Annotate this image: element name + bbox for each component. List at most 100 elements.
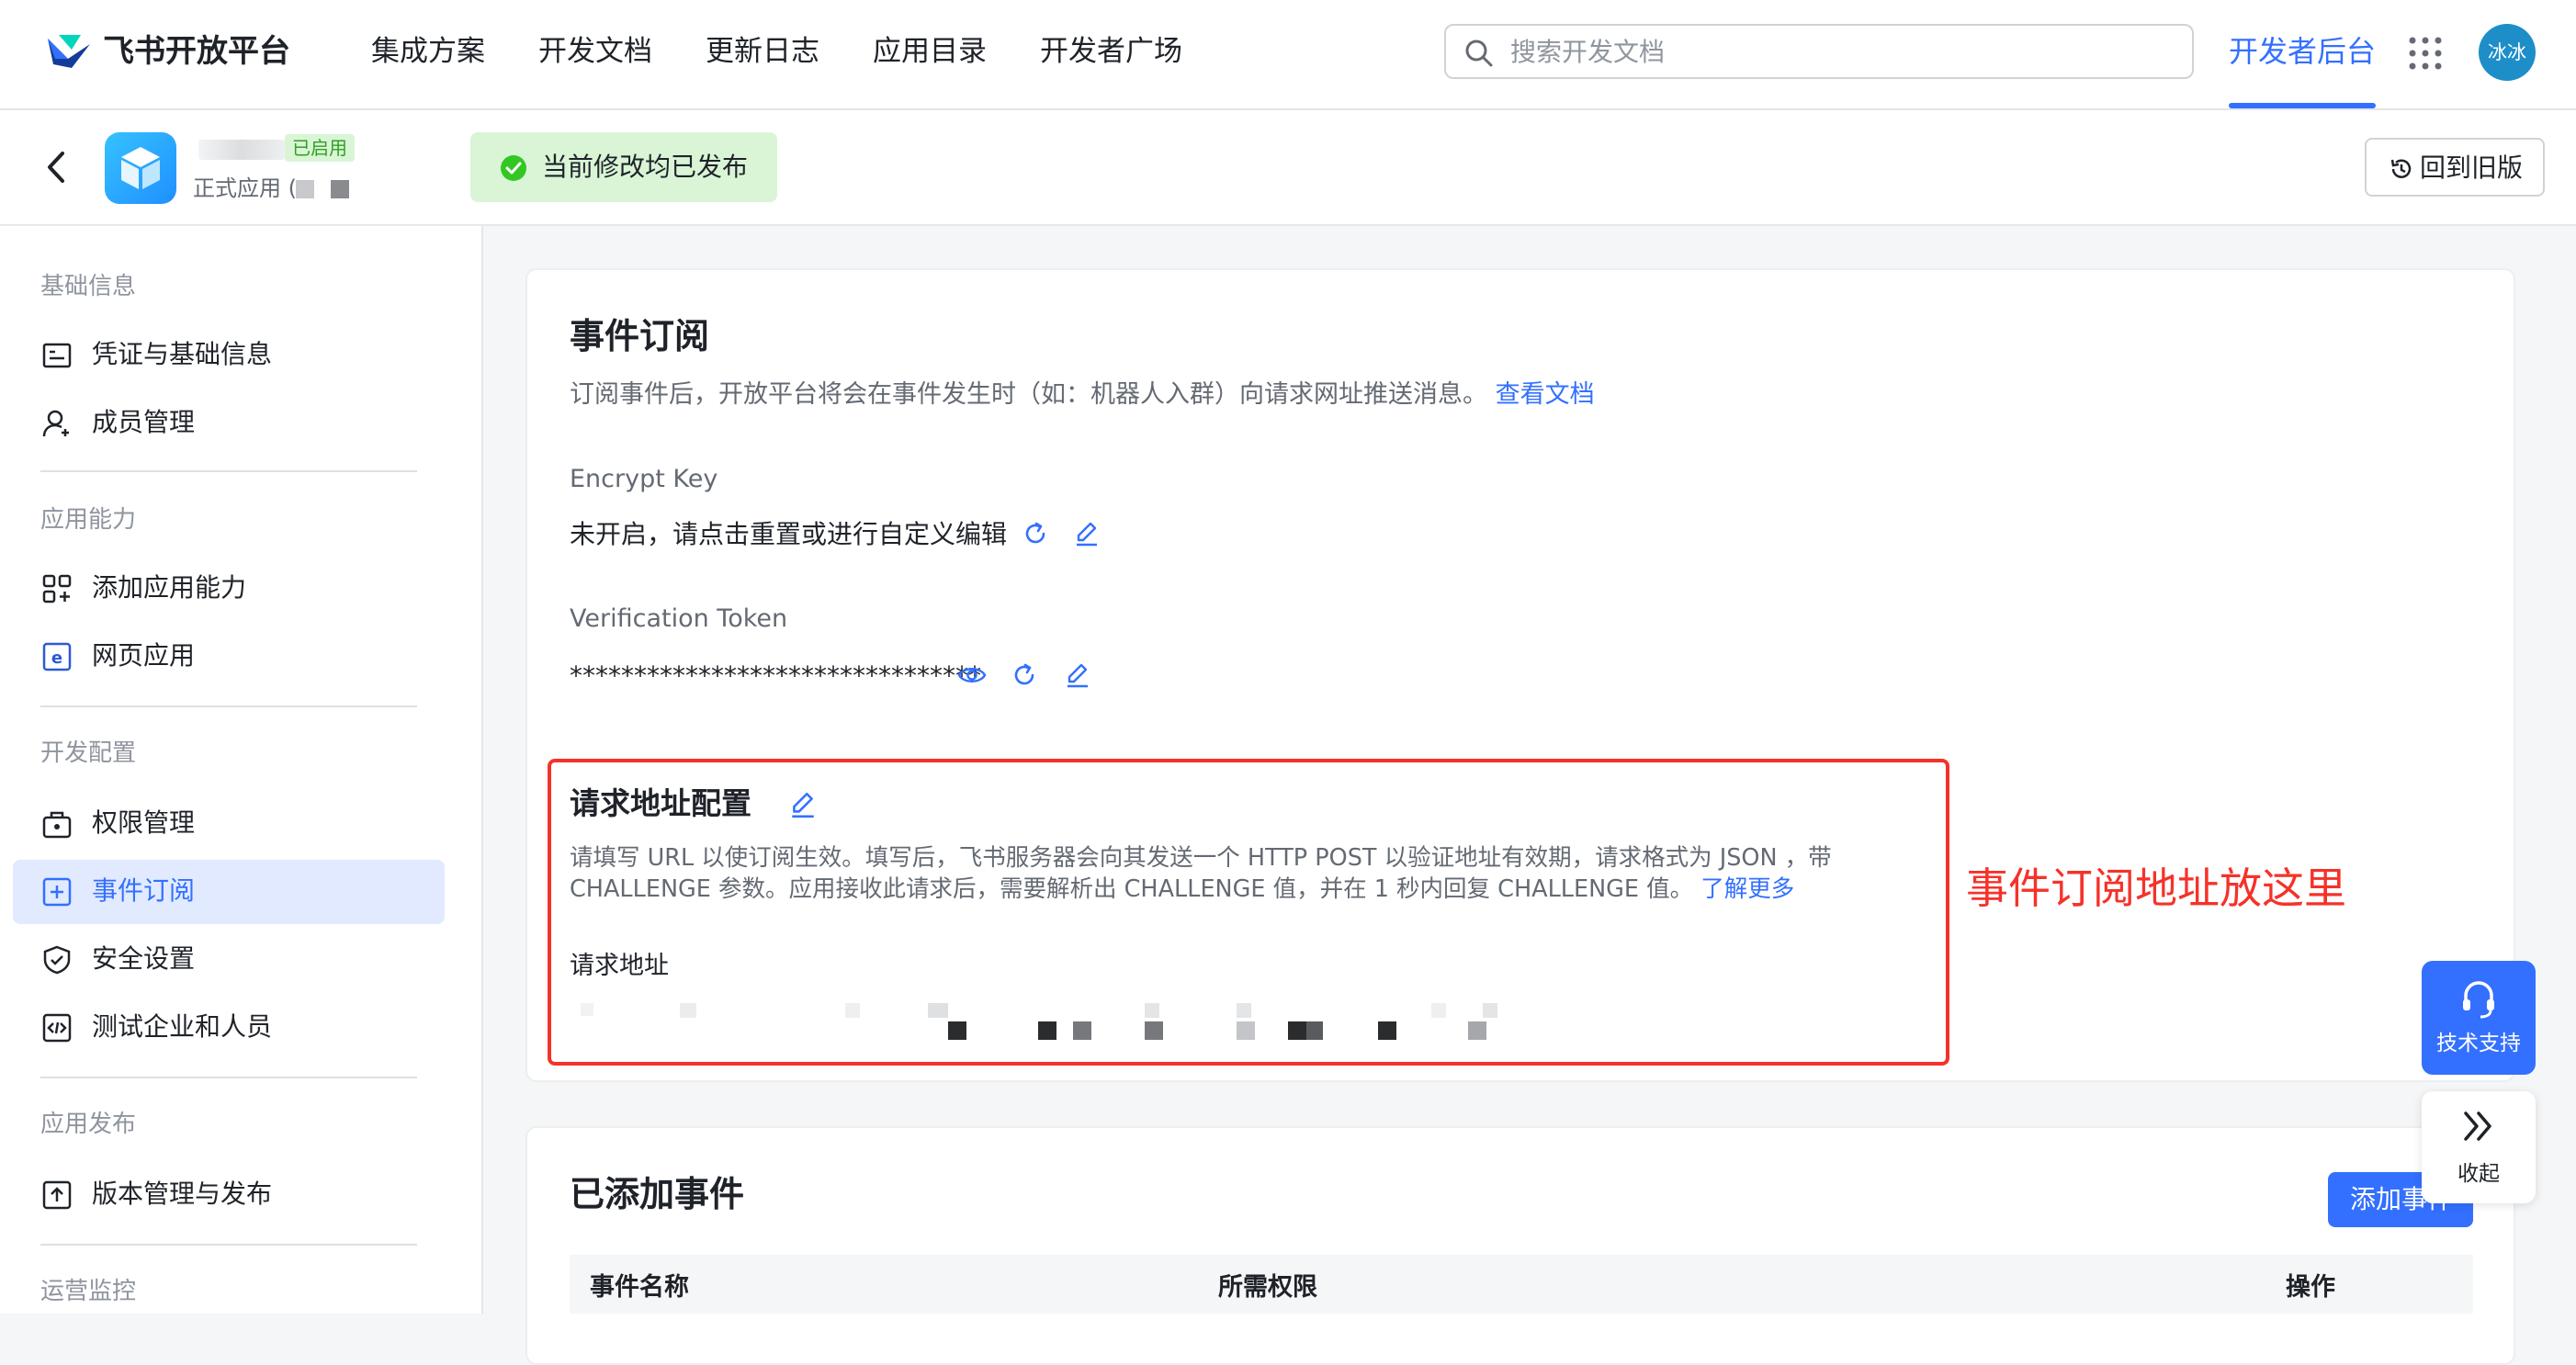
column-actions: 操作 bbox=[2286, 1273, 2335, 1302]
event-icon bbox=[42, 877, 72, 907]
svg-text:e: e bbox=[51, 649, 62, 668]
reset-encrypt-key-refresh-icon[interactable] bbox=[1022, 520, 1049, 547]
edit-token-pencil-icon[interactable] bbox=[1064, 661, 1091, 689]
sidebar-group-basic: 基础信息 bbox=[40, 273, 137, 300]
avatar[interactable]: 冰冰 bbox=[2479, 24, 2536, 81]
sidebar-item-label: 测试企业和人员 bbox=[92, 1011, 273, 1042]
page-description-text: 订阅事件后，开放平台将会在事件发生时（如：机器人入群）向请求网址推送消息。 bbox=[570, 380, 1487, 409]
test-icon bbox=[42, 1013, 72, 1043]
app-cube-icon bbox=[105, 132, 176, 204]
nav-dev-console[interactable]: 开发者后台 bbox=[2229, 29, 2376, 73]
back-to-old-version-button[interactable]: 回到旧版 bbox=[2365, 138, 2545, 197]
encrypt-key-label: Encrypt Key bbox=[570, 465, 718, 493]
sidebar-item-label: 安全设置 bbox=[92, 943, 196, 974]
web-app-icon: e bbox=[42, 642, 72, 671]
collapse-button[interactable]: 收起 bbox=[2422, 1091, 2536, 1203]
member-icon bbox=[42, 409, 72, 438]
tech-support-label: 技术支持 bbox=[2436, 1032, 2521, 1055]
edit-request-url-pencil-icon[interactable] bbox=[788, 790, 818, 819]
shield-icon bbox=[42, 945, 72, 975]
success-check-icon bbox=[500, 154, 527, 182]
column-required-permission: 所需权限 bbox=[1218, 1273, 1317, 1302]
publish-status-text: 当前修改均已发布 bbox=[542, 152, 749, 182]
column-event-name: 事件名称 bbox=[590, 1273, 689, 1302]
annotation-text: 事件订阅地址放这里 bbox=[1966, 863, 2346, 913]
view-docs-link[interactable]: 查看文档 bbox=[1496, 380, 1595, 409]
collapse-label: 收起 bbox=[2457, 1162, 2500, 1186]
sidebar-item-permissions[interactable]: 权限管理 bbox=[13, 792, 445, 856]
request-url-label: 请求地址 bbox=[570, 952, 669, 980]
sidebar-item-version[interactable]: 版本管理与发布 bbox=[13, 1163, 445, 1227]
brand-name[interactable]: 飞书开放平台 bbox=[103, 29, 290, 73]
history-icon bbox=[2389, 156, 2414, 182]
table-header-row bbox=[570, 1255, 2473, 1314]
search-icon bbox=[1464, 39, 1494, 68]
sidebar-item-credentials[interactable]: 凭证与基础信息 bbox=[13, 323, 445, 388]
added-events-card bbox=[525, 1126, 2515, 1365]
status-badge: 已启用 bbox=[285, 134, 355, 162]
app-id-redacted bbox=[331, 180, 349, 198]
search-input[interactable]: 搜索开发文档 bbox=[1444, 24, 2194, 79]
sidebar-group-monitoring: 运营监控 bbox=[40, 1278, 137, 1305]
sidebar-divider bbox=[40, 1244, 417, 1246]
sidebar-item-web-app[interactable]: e 网页应用 bbox=[13, 625, 445, 689]
sidebar-item-label: 事件订阅 bbox=[92, 875, 196, 906]
learn-more-link[interactable]: 了解更多 bbox=[1700, 875, 1794, 903]
sidebar-group-dev-config: 开发配置 bbox=[40, 739, 137, 767]
nav-app-directory[interactable]: 应用目录 bbox=[873, 29, 987, 73]
sidebar-group-release: 应用发布 bbox=[40, 1111, 137, 1138]
show-token-eye-icon[interactable] bbox=[957, 661, 987, 689]
version-icon bbox=[42, 1180, 72, 1210]
page-title: 事件订阅 bbox=[570, 316, 710, 356]
sidebar-divider bbox=[40, 470, 417, 472]
add-capability-icon bbox=[42, 574, 72, 604]
app-grid-icon[interactable] bbox=[2407, 35, 2444, 72]
back-to-old-version-label: 回到旧版 bbox=[2420, 152, 2524, 183]
feishu-logo-icon[interactable] bbox=[44, 31, 94, 72]
app-header: 已启用 正式应用 ( 当前修改均已发布 回到旧版 bbox=[0, 110, 2576, 226]
nav-dev-plaza[interactable]: 开发者广场 bbox=[1040, 29, 1182, 73]
headset-icon bbox=[2460, 979, 2497, 1020]
request-config-desc-line2: CHALLENGE 参数。应用接收此请求后，需要解析出 CHALLENGE 值，… bbox=[570, 873, 1794, 906]
sidebar-item-members[interactable]: 成员管理 bbox=[13, 391, 445, 456]
top-navbar: 飞书开放平台 集成方案 开发文档 更新日志 应用目录 开发者广场 搜索开发文档 … bbox=[0, 0, 2576, 110]
back-arrow-icon[interactable] bbox=[42, 151, 70, 184]
publish-status-banner: 当前修改均已发布 bbox=[470, 132, 777, 202]
verification-token-label: Verification Token bbox=[570, 604, 788, 633]
sidebar-item-label: 添加应用能力 bbox=[92, 572, 247, 603]
request-config-title: 请求地址配置 bbox=[570, 785, 751, 821]
sidebar-item-label: 权限管理 bbox=[92, 807, 196, 838]
double-chevron-right-icon bbox=[2460, 1108, 2497, 1145]
encrypt-key-value: 未开启，请点击重置或进行自定义编辑 bbox=[570, 519, 1008, 549]
sidebar-item-label: 成员管理 bbox=[92, 407, 196, 437]
active-nav-indicator bbox=[2229, 103, 2376, 108]
permission-icon bbox=[42, 809, 72, 839]
sidebar-item-event-subscription[interactable]: 事件订阅 bbox=[13, 860, 445, 924]
reset-token-refresh-icon[interactable] bbox=[1011, 661, 1038, 689]
credential-icon bbox=[42, 341, 72, 370]
sidebar: 基础信息 凭证与基础信息 成员管理 应用能力 添加应用能力 e 网页应用 开发配… bbox=[0, 226, 483, 1314]
edit-encrypt-key-pencil-icon[interactable] bbox=[1073, 520, 1101, 547]
app-id-redacted bbox=[296, 180, 314, 198]
request-config-desc-line2-text: CHALLENGE 参数。应用接收此请求后，需要解析出 CHALLENGE 值，… bbox=[570, 875, 1694, 903]
sidebar-item-label: 凭证与基础信息 bbox=[92, 339, 273, 369]
nav-changelog[interactable]: 更新日志 bbox=[706, 29, 819, 73]
sidebar-item-label: 网页应用 bbox=[92, 640, 196, 671]
tech-support-button[interactable]: 技术支持 bbox=[2422, 961, 2536, 1075]
sidebar-divider bbox=[40, 1077, 417, 1078]
sidebar-group-capabilities: 应用能力 bbox=[40, 506, 137, 534]
sidebar-divider bbox=[40, 705, 417, 707]
nav-solutions[interactable]: 集成方案 bbox=[371, 29, 485, 73]
nav-docs[interactable]: 开发文档 bbox=[538, 29, 652, 73]
sidebar-item-security[interactable]: 安全设置 bbox=[13, 928, 445, 992]
added-events-title: 已添加事件 bbox=[570, 1174, 745, 1214]
sidebar-item-add-capability[interactable]: 添加应用能力 bbox=[13, 557, 445, 621]
app-type-label: 正式应用 ( bbox=[193, 175, 297, 201]
request-url-value-redacted[interactable] bbox=[570, 999, 1525, 1040]
sidebar-item-label: 版本管理与发布 bbox=[92, 1179, 273, 1209]
sidebar-item-test-enterprise[interactable]: 测试企业和人员 bbox=[13, 996, 445, 1060]
verification-token-value: ******************************** bbox=[570, 660, 981, 691]
search-placeholder: 搜索开发文档 bbox=[1510, 37, 1666, 67]
page-description: 订阅事件后，开放平台将会在事件发生时（如：机器人入群）向请求网址推送消息。 查看… bbox=[570, 377, 1595, 413]
app-name-redacted bbox=[198, 140, 285, 160]
